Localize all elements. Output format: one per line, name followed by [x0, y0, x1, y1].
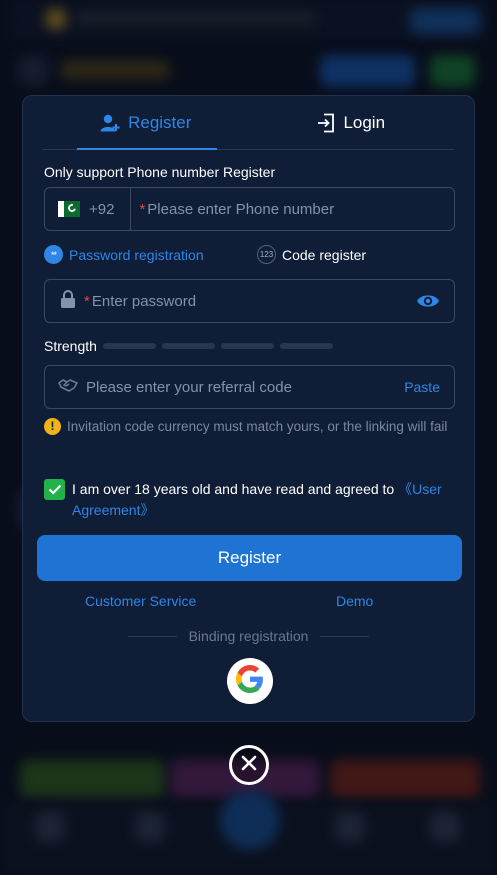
eye-icon[interactable] [416, 292, 440, 314]
referral-field[interactable]: Please enter your referral code Paste [44, 365, 455, 409]
password-field[interactable]: * Enter password [44, 279, 455, 323]
google-icon [236, 664, 264, 698]
paste-button[interactable]: Paste [404, 379, 440, 395]
tab-register[interactable]: Register [43, 96, 249, 150]
code-register-label: Code register [282, 246, 367, 263]
tab-register-label: Register [128, 112, 192, 132]
tab-login-label: Login [343, 112, 386, 132]
lock-icon [60, 290, 76, 312]
divider-line [320, 635, 370, 637]
country-code[interactable]: +92 [89, 201, 114, 218]
divider-line [128, 635, 177, 637]
close-icon [241, 755, 257, 776]
password-registration-label: Password registration [69, 246, 204, 263]
strength-bar [220, 343, 274, 349]
login-icon [317, 113, 335, 133]
referral-input-placeholder[interactable]: Please enter your referral code [86, 379, 292, 396]
phone-field[interactable]: +92 * Please enter Phone number [44, 187, 455, 231]
strength-bar [102, 343, 156, 349]
tab-login[interactable]: Login [249, 96, 455, 149]
password-strength: Strength [44, 338, 333, 354]
section-title: Only support Phone number Register [44, 164, 276, 180]
password-dots-icon: ** [44, 245, 63, 264]
agreement-text-wrap: I am over 18 years old and have read and… [72, 479, 459, 521]
handshake-icon [58, 377, 78, 397]
register-button[interactable]: Register [37, 535, 462, 581]
pakistan-flag-icon [58, 201, 80, 217]
strength-label: Strength [44, 338, 97, 354]
checkmark-icon [48, 484, 61, 495]
agreement-checkbox[interactable] [44, 479, 65, 500]
auth-tabs: Register Login [43, 96, 454, 150]
close-modal-button[interactable] [229, 745, 269, 785]
binding-label: Binding registration [188, 628, 309, 644]
strength-bar [161, 343, 215, 349]
agreement-row: I am over 18 years old and have read and… [44, 479, 459, 521]
phone-input-placeholder[interactable]: Please enter Phone number [147, 201, 334, 218]
agreement-text: I am over 18 years old and have read and… [72, 481, 399, 497]
google-login-button[interactable] [227, 658, 273, 704]
warning-icon: ! [44, 418, 61, 435]
customer-service-link[interactable]: Customer Service [85, 593, 196, 609]
code-register-option[interactable]: 123 Code register [257, 245, 366, 264]
numbers-icon: 123 [257, 245, 276, 264]
demo-link[interactable]: Demo [336, 593, 373, 609]
field-divider [130, 187, 132, 231]
invitation-notice: ! Invitation code currency must match yo… [44, 417, 459, 436]
password-input-placeholder[interactable]: Enter password [92, 293, 196, 310]
binding-registration: Binding registration [128, 628, 370, 644]
register-modal: Register Login Only support Phone number… [22, 95, 475, 722]
strength-bar [279, 343, 333, 349]
required-mark: * [139, 200, 146, 218]
required-mark: * [84, 292, 90, 310]
add-user-icon [100, 114, 120, 132]
password-registration-option[interactable]: ** Password registration [44, 245, 204, 264]
notice-text: Invitation code currency must match your… [67, 419, 448, 434]
registration-options: ** Password registration 123 Code regist… [44, 245, 454, 265]
